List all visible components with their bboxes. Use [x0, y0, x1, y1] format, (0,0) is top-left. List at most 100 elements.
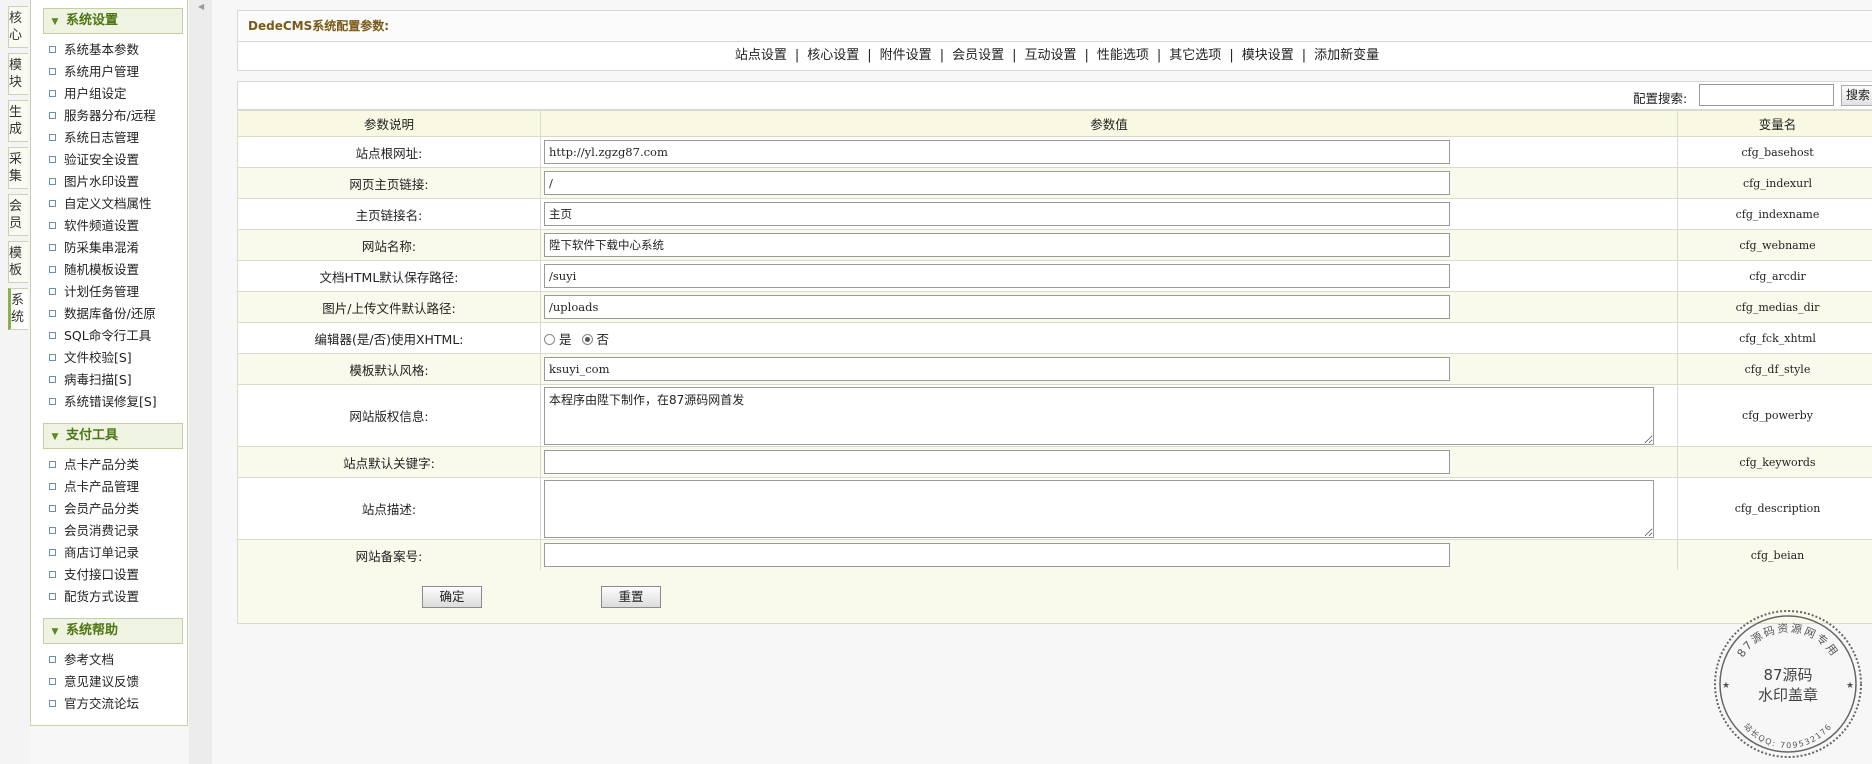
vtab-0[interactable]: 核心 [8, 6, 28, 48]
table-header-row: 参数说明 参数值 变量名 [237, 110, 1872, 137]
left-menu-panel: ▼ 系统设置系统基本参数 系统用户管理用户组设定服务器分布/远程 系统日志管理 验证安全… [30, 0, 188, 726]
menu-item[interactable]: 图片水印设置 [49, 171, 157, 193]
panel-divider[interactable]: ◀ [189, 0, 212, 764]
menu-item-label: 支付接口设置 [64, 567, 140, 582]
radio-button[interactable] [544, 333, 555, 345]
menu-item[interactable]: 验证安全设置 [49, 149, 157, 171]
menu-item[interactable]: 支付接口设置 [49, 564, 139, 586]
param-input-cfg_indexname[interactable] [544, 202, 1450, 226]
bullet-icon [49, 266, 56, 273]
header-var: 变量名 [1677, 110, 1872, 137]
menu-section-header[interactable]: ▼ 系统帮助 [43, 618, 183, 644]
config-search-input[interactable] [1699, 84, 1834, 106]
vtab-3[interactable]: 采集 [8, 147, 28, 189]
vtab-1[interactable]: 模块 [8, 53, 28, 95]
watermark-seal: 87源码资源网专用 站长QQ: 709532176 ★ ★ 87源码 水印盖章 [1714, 610, 1862, 758]
table-row: 站点根网址: cfg_basehost [237, 136, 1872, 168]
menu-item[interactable]: 计划任务管理 [49, 281, 157, 303]
menu-item[interactable]: 数据库备份/还原 [49, 303, 157, 325]
radio-button[interactable] [581, 333, 593, 345]
config-tab-1[interactable]: 核心设置 [807, 48, 859, 63]
bullet-icon [49, 505, 56, 512]
bullet-icon [49, 700, 56, 707]
menu-item-label: 用户组设定 [64, 86, 127, 101]
param-input-cfg_medias_dir[interactable] [544, 295, 1450, 319]
menu-item[interactable]: 参考文档 [49, 649, 139, 671]
menu-item[interactable]: 系统日志管理 [49, 127, 157, 149]
config-tab-3[interactable]: 会员设置 [952, 48, 1004, 63]
config-tab-8[interactable]: 添加新变量 [1314, 48, 1379, 63]
bullet-icon [49, 90, 56, 97]
var-name: cfg_powerby [1677, 384, 1872, 447]
param-input-cfg_arcdir[interactable] [544, 264, 1450, 288]
bullet-icon [49, 288, 56, 295]
param-input-cfg_indexurl[interactable] [544, 171, 1450, 195]
menu-item[interactable]: 自定义文档属性 [49, 193, 157, 215]
menu-item[interactable]: 系统基本参数 [49, 39, 157, 61]
table-row: 图片/上传文件默认路径: cfg_medias_dir [237, 291, 1872, 323]
param-textarea-cfg_powerby[interactable]: 本程序由陞下制作，在87源码网首发 [544, 386, 1654, 445]
menu-section-header[interactable]: ▼ 系统设置 [43, 8, 183, 34]
menu-item[interactable]: 会员消费记录 [49, 520, 139, 542]
config-tab-5[interactable]: 性能选项 [1097, 48, 1149, 63]
vtab-4[interactable]: 会员 [8, 194, 28, 236]
bullet-icon [49, 461, 56, 468]
menu-item[interactable]: 随机模板设置 [49, 259, 157, 281]
vtab-2[interactable]: 生成 [8, 100, 28, 142]
vtab-6[interactable]: 系统 [8, 288, 28, 330]
menu-item-label: 图片水印设置 [64, 174, 140, 189]
confirm-button[interactable]: 确定 [422, 586, 482, 608]
param-label: 站点描述: [237, 477, 541, 540]
menu-item[interactable]: 意见建议反馈 [49, 671, 139, 693]
bullet-icon [49, 593, 56, 600]
menu-item[interactable]: 软件频道设置 [49, 215, 157, 237]
reset-button[interactable]: 重置 [601, 586, 661, 608]
menu-item[interactable]: 配货方式设置 [49, 586, 139, 608]
menu-item[interactable]: 点卡产品管理 [49, 476, 139, 498]
config-tab-4[interactable]: 互动设置 [1024, 48, 1076, 63]
param-value-cell [540, 136, 1678, 168]
menu-item[interactable]: 商店订单记录 [49, 542, 139, 564]
menu-item[interactable]: 病毒扫描[S] [49, 369, 157, 391]
radio-option[interactable]: 否 [581, 329, 609, 348]
param-value-cell [540, 167, 1678, 199]
menu-item[interactable]: SQL命令行工具 [49, 325, 157, 347]
param-value-cell: 是否 [540, 322, 1678, 354]
menu-item[interactable]: 会员产品分类 [49, 498, 139, 520]
search-button[interactable]: 搜索 [1841, 85, 1872, 106]
menu-item[interactable]: 官方交流论坛 [49, 693, 139, 715]
param-input-cfg_keywords[interactable] [544, 450, 1450, 474]
var-name: cfg_description [1677, 477, 1872, 540]
param-textarea-cfg_description[interactable] [544, 479, 1654, 538]
menu-item[interactable]: 系统错误修复[S] [49, 391, 157, 413]
param-input-cfg_basehost[interactable] [544, 140, 1450, 164]
param-label: 模板默认风格: [237, 353, 541, 385]
param-input-cfg_beian[interactable] [544, 543, 1450, 567]
var-name: cfg_basehost [1677, 136, 1872, 168]
menu-item[interactable]: 系统用户管理 [49, 61, 157, 83]
var-name: cfg_keywords [1677, 446, 1872, 478]
vtab-5[interactable]: 模板 [8, 241, 28, 283]
menu-item[interactable]: 点卡产品分类 [49, 454, 139, 476]
radio-option[interactable]: 是 [544, 329, 572, 348]
param-input-cfg_webname[interactable] [544, 233, 1450, 257]
header-value: 参数值 [540, 110, 1678, 137]
config-tab-2[interactable]: 附件设置 [880, 48, 932, 63]
param-label: 网页主页链接: [237, 167, 541, 199]
bullet-icon [49, 332, 56, 339]
menu-item[interactable]: 文件校验[S] [49, 347, 157, 369]
param-value-cell [540, 291, 1678, 323]
menu-item-label: 配货方式设置 [64, 589, 140, 604]
menu-item[interactable]: 防采集串混淆 [49, 237, 157, 259]
menu-item[interactable]: 用户组设定 [49, 83, 157, 105]
menu-item[interactable]: 服务器分布/远程 [49, 105, 157, 127]
menu-section-header[interactable]: ▼ 支付工具 [43, 423, 183, 449]
param-label: 网站名称: [237, 229, 541, 261]
collapse-arrow-icon[interactable]: ◀ [198, 2, 204, 11]
config-tab-6[interactable]: 其它选项 [1169, 48, 1221, 63]
config-tab-7[interactable]: 模块设置 [1242, 48, 1294, 63]
config-tab-0[interactable]: 站点设置 [735, 48, 787, 63]
main-content: DedeCMS系统配置参数: 站点设置 | 核心设置 | 附件设置 | 会员设置 | 互动设置 |… [237, 0, 1872, 764]
param-input-cfg_df_style[interactable] [544, 357, 1450, 381]
chevron-down-icon: ▼ [51, 627, 59, 637]
